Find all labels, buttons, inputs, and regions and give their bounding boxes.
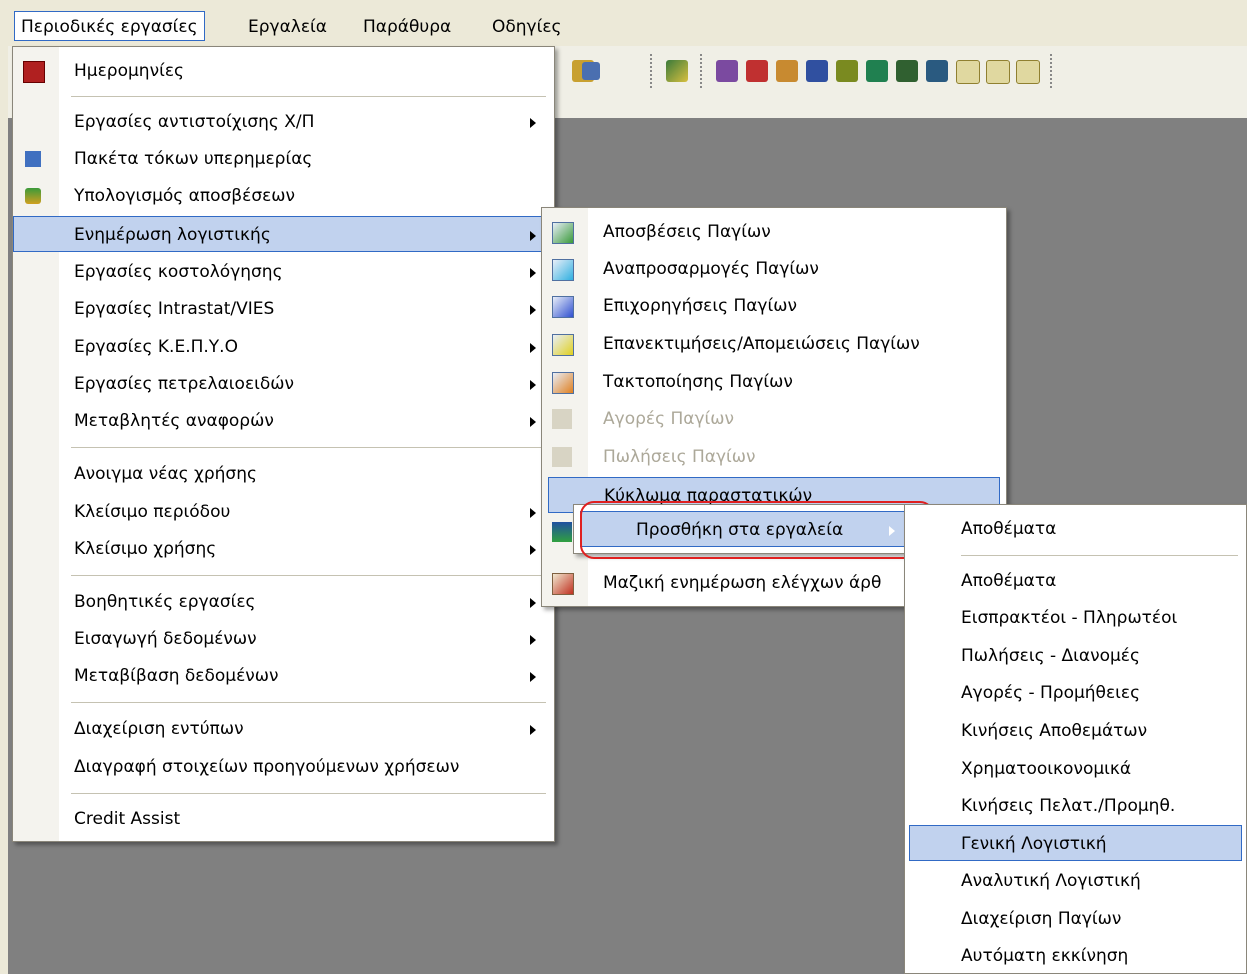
tools-item-stock-movements[interactable]: Κινήσεις Αποθεμάτων [905, 713, 1246, 749]
tools-item-general-ledger[interactable]: Γενική Λογιστική [909, 825, 1242, 861]
menu-separator [71, 575, 546, 576]
toolbar-suppliers-icon[interactable] [806, 60, 828, 82]
submenu-item-asset-purchases: Αγορές Παγίων [542, 401, 1006, 437]
toolbar-graph-icon[interactable] [956, 60, 980, 84]
menu-item-report-variables[interactable]: Μεταβλητές αναφορών [13, 403, 554, 439]
toolbar-chart-icon[interactable] [666, 60, 688, 82]
menu-item-delete-previous-years[interactable]: Διαγραφή στοιχείων προηγούμενων χρήσεων [13, 749, 554, 785]
chevron-right-icon [530, 672, 536, 682]
menu-item-petroleum[interactable]: Εργασίες πετρελαιοειδών [13, 366, 554, 402]
menu-item-open-new-year[interactable]: Ανοιγμα νέας χρήσης [13, 456, 554, 492]
tools-item-purchases[interactable]: Αγορές - Προμήθειες [905, 675, 1246, 711]
asset-impairment-icon [552, 334, 574, 356]
toolbar-stock-icon[interactable] [746, 60, 768, 82]
menu-separator [71, 96, 546, 97]
document-update-icon [552, 522, 572, 542]
menu-separator [71, 793, 546, 794]
menu-bar: Περιοδικές εργασίες Εργαλεία Παράθυρα Οδ… [0, 0, 1247, 46]
depreciation-icon [25, 188, 41, 204]
chevron-right-icon [530, 598, 536, 608]
menu-item-data-import[interactable]: Εισαγωγή δεδομένων [13, 621, 554, 657]
submenu-item-asset-revaluation[interactable]: Αναπροσαρμογές Παγίων [542, 251, 1006, 287]
menu-tools[interactable]: Εργαλεία [242, 12, 333, 42]
chevron-right-icon [530, 635, 536, 645]
toolbar-ledger-icon[interactable] [896, 60, 918, 82]
toolbar-customers-icon[interactable] [776, 60, 798, 82]
asset-purchases-icon [552, 409, 572, 429]
asset-settlement-icon [552, 372, 574, 394]
tools-item-customer-supplier-movements[interactable]: Κινήσεις Πελατ./Προμηθ. [905, 788, 1246, 824]
tools-item-sales-distribution[interactable]: Πωλήσεις - Διανομές [905, 638, 1246, 674]
chevron-right-icon [530, 343, 536, 353]
menu-item-accounting-update[interactable]: Ενημέρωση λογιστικής [13, 216, 554, 252]
menu-separator [961, 555, 1238, 556]
menu-item-credit-assist[interactable]: Credit Assist [13, 801, 554, 837]
menu-periodic-tasks[interactable]: Περιοδικές εργασίες [14, 11, 205, 41]
chevron-right-icon [530, 545, 536, 555]
interest-package-icon [25, 151, 41, 167]
menu-item-costing[interactable]: Εργασίες κοστολόγησης [13, 254, 554, 290]
chevron-right-icon [530, 508, 536, 518]
toolbar-paste-icon[interactable] [582, 62, 600, 80]
tools-submenu: Αποθέματα Αποθέματα Εισπρακτέοι - Πληρωτ… [904, 504, 1247, 974]
menu-item-data-transfer[interactable]: Μεταβίβαση δεδομένων [13, 658, 554, 694]
asset-grants-icon [552, 296, 574, 318]
menu-item-close-period[interactable]: Κλείσιμο περιόδου [13, 494, 554, 530]
chevron-right-icon [530, 268, 536, 278]
toolbar-separator [650, 54, 655, 88]
menu-item-dates[interactable]: Ημερομηνίες [13, 53, 554, 89]
toolbar-report-icon[interactable] [716, 60, 738, 82]
asset-depreciation-icon [552, 222, 574, 244]
toolbar-separator [1050, 54, 1055, 88]
tools-item-analytic-accounting[interactable]: Αναλυτική Λογιστική [905, 863, 1246, 899]
submenu-item-asset-sales: Πωλήσεις Παγίων [542, 439, 1006, 475]
toolbar-graph-icon[interactable] [986, 60, 1010, 84]
calendar-icon [23, 61, 45, 83]
left-edge [0, 46, 8, 974]
tools-item-auto-start[interactable]: Αυτόματη εκκίνηση [905, 938, 1246, 974]
toolbar-accounts-icon[interactable] [926, 60, 948, 82]
toolbar-movement-icon[interactable] [836, 60, 858, 82]
chevron-right-icon [530, 305, 536, 315]
submenu-item-asset-impairment[interactable]: Επανεκτιμήσεις/Απομειώσεις Παγίων [542, 326, 1006, 362]
submenu-item-asset-grants[interactable]: Επιχορηγήσεις Παγίων [542, 288, 1006, 324]
menu-help[interactable]: Οδηγίες [486, 12, 568, 42]
tools-item-stock[interactable]: Αποθέματα [905, 563, 1246, 599]
tools-item-receivables-payables[interactable]: Εισπρακτέοι - Πληρωτέοι [905, 600, 1246, 636]
tools-header: Αποθέματα [961, 519, 1057, 539]
menu-item-depreciation[interactable]: Υπολογισμός αποσβέσεων [13, 178, 554, 214]
menu-separator [71, 447, 546, 448]
asset-revaluation-icon [552, 259, 574, 281]
menu-item-forms-management[interactable]: Διαχείριση εντύπων [13, 711, 554, 747]
chevron-right-icon [530, 725, 536, 735]
menu-windows[interactable]: Παράθυρα [357, 12, 457, 42]
menu-item-helper-tasks[interactable]: Βοηθητικές εργασίες [13, 584, 554, 620]
submenu-item-asset-settlement[interactable]: Τακτοποίησης Παγίων [542, 364, 1006, 400]
menu-item-intrastat[interactable]: Εργασίες Intrastat/VIES [13, 291, 554, 327]
chevron-right-icon [530, 118, 536, 128]
annotation-highlight [580, 501, 934, 559]
tools-item-asset-management[interactable]: Διαχείριση Παγίων [905, 901, 1246, 937]
tools-item-financials[interactable]: Χρηματοοικονομικά [905, 751, 1246, 787]
toolbar-graph-icon[interactable] [1016, 60, 1040, 84]
toolbar-separator [700, 54, 705, 88]
toolbar-finance-icon[interactable] [866, 60, 888, 82]
menu-item-close-year[interactable]: Κλείσιμο χρήσης [13, 531, 554, 567]
mass-update-icon [552, 573, 574, 595]
chevron-right-icon [530, 380, 536, 390]
asset-sales-icon [552, 447, 572, 467]
menu-item-interest-packages[interactable]: Πακέτα τόκων υπερημερίας [13, 141, 554, 177]
periodic-tasks-menu: Ημερομηνίες Εργασίες αντιστοίχισης Χ/Π Π… [12, 46, 555, 842]
chevron-right-icon [530, 231, 536, 241]
menu-item-matching[interactable]: Εργασίες αντιστοίχισης Χ/Π [13, 104, 554, 140]
submenu-item-asset-depreciation[interactable]: Αποσβέσεις Παγίων [542, 214, 1006, 250]
menu-item-kepyo[interactable]: Εργασίες Κ.Ε.Π.Υ.Ο [13, 329, 554, 365]
chevron-right-icon [530, 417, 536, 427]
menu-separator [71, 702, 546, 703]
